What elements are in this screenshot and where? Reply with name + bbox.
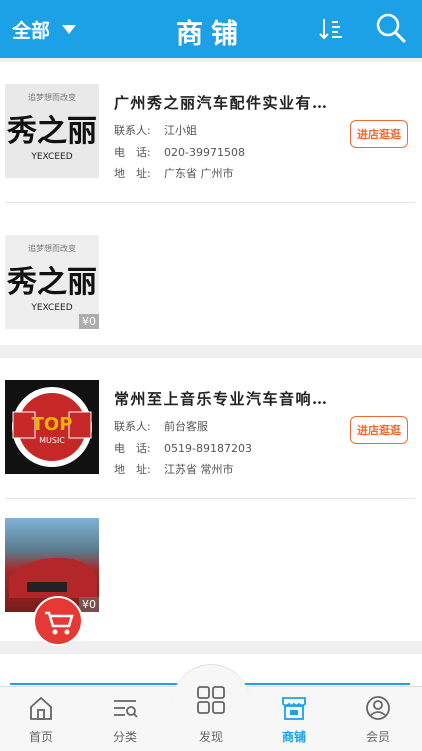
contact-label: 联系人: xyxy=(114,124,151,137)
shop-logo[interactable]: 追梦想而改变 秀之丽 YEXCEED xyxy=(5,84,99,178)
tab-member[interactable]: 会员 xyxy=(343,686,413,750)
product-price: ¥0 xyxy=(79,597,99,612)
page-title: 商铺 xyxy=(176,19,246,50)
contact-row: 联系人: 江小姐 xyxy=(114,122,197,138)
divider xyxy=(5,498,415,499)
home-icon xyxy=(30,696,52,720)
tab-label: 会员 xyxy=(365,730,390,744)
member-icon xyxy=(366,696,390,720)
tab-label: 商铺 xyxy=(281,730,306,744)
tab-category[interactable]: 分类 xyxy=(90,686,160,750)
category-icon xyxy=(114,700,138,718)
shop-name[interactable]: 广州秀之丽汽车配件实业有… xyxy=(114,92,329,113)
contact-value: 江小姐 xyxy=(164,124,197,137)
tab-shop[interactable]: 商铺 xyxy=(259,686,329,750)
top-bar: 全部 商铺 xyxy=(0,0,422,58)
cart-icon xyxy=(45,611,74,635)
search-icon[interactable] xyxy=(375,12,407,44)
address-row: 地 址: 江苏省 常州市 xyxy=(114,461,234,477)
discover-icon xyxy=(197,686,225,714)
logo-text: 秀之丽 xyxy=(7,265,97,300)
logo-text: TOP xyxy=(31,414,73,435)
tab-label: 首页 xyxy=(28,730,53,744)
tab-label: 发现 xyxy=(198,730,223,744)
sort-icon[interactable] xyxy=(318,16,344,42)
address-row: 地 址: 广东省 广州市 xyxy=(114,165,234,181)
logo-sub: MUSIC xyxy=(39,436,65,445)
product-thumbnail[interactable]: 追梦想而改变 秀之丽 YEXCEED ¥0 xyxy=(5,235,99,329)
contact-value: 前台客服 xyxy=(164,420,208,433)
shop-card: 追梦想而改变 秀之丽 YEXCEED 广州秀之丽汽车配件实业有… 联系人: 江小姐… xyxy=(0,62,422,345)
tab-home[interactable]: 首页 xyxy=(6,686,76,750)
tab-discover[interactable]: 发现 xyxy=(176,676,246,744)
phone-value[interactable]: 0519-89187203 xyxy=(164,442,252,455)
divider xyxy=(5,202,415,203)
logo-tagline: 追梦想而改变 xyxy=(28,244,76,253)
shop-name[interactable]: 常州至上音乐专业汽车音响… xyxy=(114,388,329,409)
phone-label: 电 话: xyxy=(114,146,151,159)
cart-button[interactable] xyxy=(33,596,83,646)
visit-shop-button[interactable]: 进店逛逛 xyxy=(350,120,408,148)
address-value: 广东省 广州市 xyxy=(164,167,234,180)
shop-card: TOP MUSIC 常州至上音乐专业汽车音响… 联系人: 前台客服 电 话: 051… xyxy=(0,358,422,646)
contact-row: 联系人: 前台客服 xyxy=(114,418,208,434)
address-label: 地 址: xyxy=(114,463,151,476)
phone-label: 电 话: xyxy=(114,442,151,455)
contact-label: 联系人: xyxy=(114,420,151,433)
phone-value[interactable]: 020-39971508 xyxy=(164,146,245,159)
visit-shop-button[interactable]: 进店逛逛 xyxy=(350,416,408,444)
phone-row: 电 话: 0519-89187203 xyxy=(114,440,252,456)
logo-text: 秀之丽 xyxy=(7,114,97,149)
shop-icon xyxy=(282,697,306,720)
logo-tagline: 追梦想而改变 xyxy=(28,93,76,102)
address-label: 地 址: xyxy=(114,167,151,180)
shop-logo[interactable]: TOP MUSIC xyxy=(5,380,99,474)
logo-sub: YEXCEED xyxy=(31,303,73,313)
product-price: ¥0 xyxy=(79,314,99,329)
logo-sub: YEXCEED xyxy=(31,152,73,162)
tab-label: 分类 xyxy=(112,730,137,744)
phone-row: 电 话: 020-39971508 xyxy=(114,144,245,160)
address-value: 江苏省 常州市 xyxy=(164,463,234,476)
